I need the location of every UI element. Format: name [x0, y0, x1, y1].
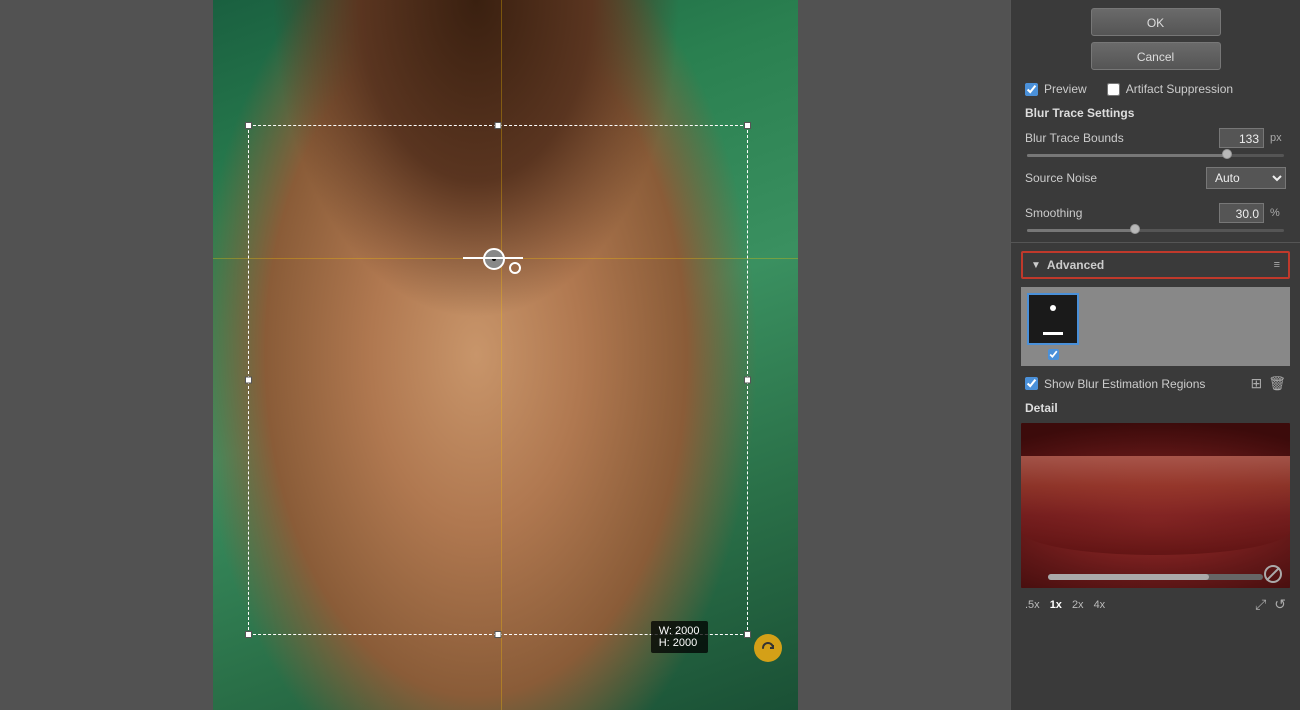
detail-header: Detail	[1011, 397, 1300, 419]
detail-scrollbar[interactable]	[1048, 574, 1263, 580]
smoothing-slider-container	[1011, 227, 1300, 238]
delete-estimation-icon[interactable]: 🗑	[1268, 375, 1286, 392]
advanced-section: ▼ Advanced ≡	[1021, 251, 1290, 279]
divider-1	[1011, 242, 1300, 243]
canvas-image-container: W: 2000 H: 2000	[213, 0, 798, 710]
artifact-suppression-checkbox[interactable]	[1107, 83, 1120, 96]
show-blur-estimation-label: Show Blur Estimation Regions	[1044, 377, 1205, 391]
blur-trace-settings-header: Blur Trace Settings	[1011, 100, 1300, 124]
smoothing-unit: %	[1270, 207, 1286, 219]
smoothing-row: Smoothing 30.0 %	[1011, 199, 1300, 227]
blur-trace-bounds-unit: px	[1270, 132, 1286, 144]
blur-trace-bounds-slider-track[interactable]	[1027, 154, 1284, 157]
zoom-reset-icon[interactable]: ↺	[1274, 596, 1286, 613]
advanced-title: Advanced	[1047, 258, 1104, 272]
show-blur-estimation-checkbox[interactable]	[1025, 377, 1038, 390]
source-noise-select[interactable]: Auto Low Medium High	[1206, 167, 1286, 189]
advanced-options-icon[interactable]: ≡	[1274, 259, 1280, 271]
zoom-fit-icon[interactable]: ⤢	[1255, 596, 1266, 613]
smoothing-slider-thumb[interactable]	[1130, 224, 1140, 234]
preview-row: Preview Artifact Suppression	[1011, 78, 1300, 100]
estimation-icons: ⊞ 🗑	[1250, 375, 1286, 392]
thumb-checkbox[interactable]	[1048, 349, 1059, 360]
blur-trace-bounds-label: Blur Trace Bounds	[1025, 131, 1213, 145]
advanced-header[interactable]: ▼ Advanced ≡	[1023, 253, 1288, 277]
zoom-2x[interactable]: 2x	[1072, 599, 1084, 611]
blur-trace-thumbnail-area	[1021, 287, 1290, 366]
detail-scrollbar-thumb[interactable]	[1048, 574, 1209, 580]
source-noise-label: Source Noise	[1025, 171, 1200, 185]
lip-shape	[1021, 456, 1290, 555]
detail-no-icon[interactable]	[1264, 565, 1282, 583]
add-estimation-icon[interactable]: ⊞	[1250, 375, 1262, 392]
blur-trace-bounds-slider-thumb[interactable]	[1222, 149, 1232, 159]
rotate-cursor[interactable]	[509, 262, 521, 274]
move-cursor[interactable]	[483, 248, 505, 270]
blur-trace-bounds-slider-fill	[1027, 154, 1227, 157]
zoom-half[interactable]: .5x	[1025, 599, 1040, 611]
move-line	[463, 257, 523, 259]
ok-button[interactable]: OK	[1091, 8, 1221, 36]
zoom-4x[interactable]: 4x	[1094, 599, 1106, 611]
zoom-1x[interactable]: 1x	[1050, 599, 1062, 611]
preview-checkbox[interactable]	[1025, 83, 1038, 96]
smoothing-label: Smoothing	[1025, 206, 1213, 220]
blur-trace-thumb-dot	[1050, 305, 1056, 311]
rotation-handle[interactable]	[754, 634, 782, 662]
smoothing-slider-track[interactable]	[1027, 229, 1284, 232]
zoom-right-icons: ⤢ ↺	[1255, 596, 1286, 613]
portrait-hair	[271, 0, 681, 320]
panel-buttons: OK Cancel	[1011, 0, 1300, 78]
artifact-suppression-label: Artifact Suppression	[1126, 82, 1233, 96]
source-noise-row: Source Noise Auto Low Medium High	[1011, 163, 1300, 193]
canvas-area: W: 2000 H: 2000	[0, 0, 1010, 710]
preview-label: Preview	[1044, 82, 1087, 96]
canvas-image: W: 2000 H: 2000	[213, 0, 798, 710]
blur-trace-bounds-slider-container	[1011, 152, 1300, 163]
estimation-row: Show Blur Estimation Regions ⊞ 🗑	[1011, 370, 1300, 397]
smoothing-value[interactable]: 30.0	[1219, 203, 1264, 223]
blur-trace-thumbnail[interactable]	[1027, 293, 1079, 345]
smoothing-slider-fill	[1027, 229, 1135, 232]
right-panel: OK Cancel Preview Artifact Suppression B…	[1010, 0, 1300, 710]
blur-trace-bounds-row: Blur Trace Bounds 133 px	[1011, 124, 1300, 152]
thumb-checkbox-row	[1048, 349, 1059, 360]
cancel-button[interactable]: Cancel	[1091, 42, 1221, 70]
zoom-controls: .5x 1x 2x 4x ⤢ ↺	[1011, 592, 1300, 617]
size-tooltip: W: 2000 H: 2000	[651, 621, 708, 653]
advanced-arrow-icon: ▼	[1031, 260, 1041, 271]
blur-trace-bounds-value[interactable]: 133	[1219, 128, 1264, 148]
guide-vertical	[501, 0, 502, 710]
detail-image	[1021, 423, 1290, 588]
